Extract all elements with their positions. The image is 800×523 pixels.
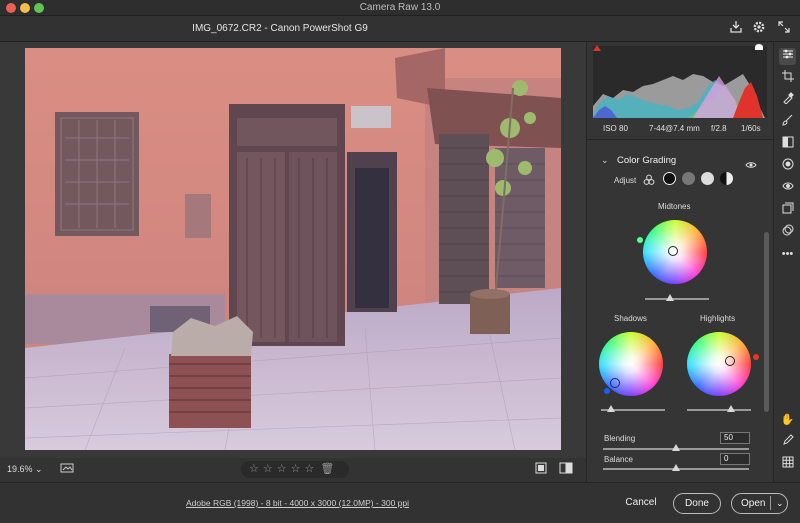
trash-icon[interactable]: 🗑 (320, 463, 334, 475)
exif-info: ISO 80 7-44@7.4 mm f/2.8 1/60s (587, 122, 774, 136)
edit-sliders-icon[interactable] (779, 48, 796, 65)
exif-focal-length: 7-44@7.4 mm (649, 124, 700, 133)
graduated-filter-icon[interactable] (779, 136, 796, 153)
eye-icon[interactable] (745, 156, 757, 174)
midtones-slider-thumb[interactable] (666, 294, 674, 301)
before-after-icon[interactable] (557, 461, 575, 479)
exif-shutter: 1/60s (741, 124, 761, 133)
star-rating[interactable]: ☆☆☆☆☆ 🗑 (241, 461, 349, 478)
balance-slider-thumb[interactable] (672, 464, 680, 471)
document-header: IMG_0672.CR2 - Canon PowerShot G9 (0, 16, 800, 42)
hand-icon[interactable]: ✋ (779, 412, 796, 429)
snapshots-icon[interactable] (779, 202, 796, 219)
camera-raw-window: Camera Raw 13.0 IMG_0672.CR2 - Canon Pow… (0, 0, 800, 523)
balance-label: Balance (604, 455, 633, 464)
panel-scrollbar[interactable] (764, 232, 769, 412)
highlights-color-wheel[interactable] (687, 332, 751, 396)
blending-value-field[interactable]: 50 (720, 432, 750, 444)
image-bottom-bar: 19.6% ⌄ ☆☆☆☆☆ 🗑 (0, 458, 586, 482)
view-single-icon[interactable] (532, 461, 550, 479)
adjustment-brush-icon[interactable] (779, 114, 796, 131)
highlights-adjust-button[interactable] (701, 172, 714, 185)
blending-slider-thumb[interactable] (672, 444, 680, 451)
open-button[interactable]: Open ⌄ (731, 493, 788, 514)
section-title-color-grading[interactable]: Color Grading (617, 155, 676, 166)
shadows-hue-marker (604, 388, 610, 394)
midtones-label: Midtones (658, 202, 691, 211)
divider (587, 139, 774, 140)
blending-label: Blending (604, 434, 636, 443)
shadows-label: Shadows (614, 314, 647, 323)
filmstrip-icon[interactable] (58, 461, 76, 479)
adjust-label: Adjust (614, 176, 637, 185)
edit-panel: ISO 80 7-44@7.4 mm f/2.8 1/60s ⌄ Color G… (586, 42, 774, 482)
gear-icon[interactable] (750, 20, 768, 38)
shadows-adjust-button[interactable] (663, 172, 676, 185)
midtones-adjust-button[interactable] (682, 172, 695, 185)
more-options-icon[interactable]: ••• (779, 246, 796, 263)
midtones-hue-marker (637, 237, 643, 243)
histogram (593, 44, 767, 118)
presets-icon[interactable] (779, 224, 796, 241)
tool-strip: ••• ✋ (773, 42, 800, 482)
zoom-level[interactable]: 19.6% ⌄ (7, 464, 43, 475)
crop-icon[interactable] (779, 70, 796, 87)
balance-value-field[interactable]: 0 (720, 453, 750, 465)
highlight-clipping-icon[interactable] (755, 44, 763, 50)
file-name: IMG_0672.CR2 - Canon PowerShot G9 (192, 23, 368, 34)
highlights-handle[interactable] (725, 356, 735, 366)
highlights-label: Highlights (700, 314, 736, 323)
healing-brush-icon[interactable] (779, 92, 796, 109)
open-label: Open (741, 498, 766, 509)
save-image-icon[interactable] (727, 20, 745, 38)
exif-iso: ISO 80 (603, 124, 628, 133)
window-titlebar: Camera Raw 13.0 (0, 0, 800, 16)
highlights-slider-thumb[interactable] (727, 405, 735, 412)
rating-stars: ☆☆☆☆☆ (249, 463, 319, 475)
cancel-button[interactable]: Cancel (618, 493, 664, 514)
radial-filter-icon[interactable] (779, 158, 796, 175)
midtones-luminance-slider[interactable] (645, 298, 709, 300)
footer-bar: Adobe RGB (1998) - 8 bit - 4000 x 3000 (… (0, 482, 800, 523)
workflow-options-link[interactable]: Adobe RGB (1998) - 8 bit - 4000 x 3000 (… (186, 498, 409, 508)
highlights-luminance-slider[interactable] (687, 409, 751, 411)
divider (770, 496, 771, 510)
chevron-down-icon[interactable]: ⌄ (601, 155, 609, 166)
midtones-handle[interactable] (668, 246, 678, 256)
done-button[interactable]: Done (673, 493, 721, 514)
eyedropper-icon[interactable] (779, 434, 796, 451)
zoom-value: 19.6% (7, 464, 33, 474)
shadows-slider-thumb[interactable] (607, 405, 615, 412)
highlights-hue-marker (753, 354, 759, 360)
shadows-color-wheel[interactable] (599, 332, 663, 396)
exif-aperture: f/2.8 (711, 124, 727, 133)
shadow-clipping-icon[interactable] (593, 45, 601, 51)
photo-preview[interactable] (25, 48, 561, 450)
chevron-down-icon: ⌄ (35, 464, 43, 474)
expand-icon[interactable] (775, 20, 793, 38)
global-adjust-button[interactable] (720, 172, 733, 185)
shadows-handle[interactable] (610, 378, 620, 388)
image-canvas[interactable] (0, 42, 586, 458)
window-title: Camera Raw 13.0 (359, 2, 441, 13)
grid-icon[interactable] (779, 456, 796, 473)
red-eye-icon[interactable] (779, 180, 796, 197)
three-way-icon[interactable] (643, 173, 655, 191)
chevron-down-icon[interactable]: ⌄ (776, 494, 784, 513)
